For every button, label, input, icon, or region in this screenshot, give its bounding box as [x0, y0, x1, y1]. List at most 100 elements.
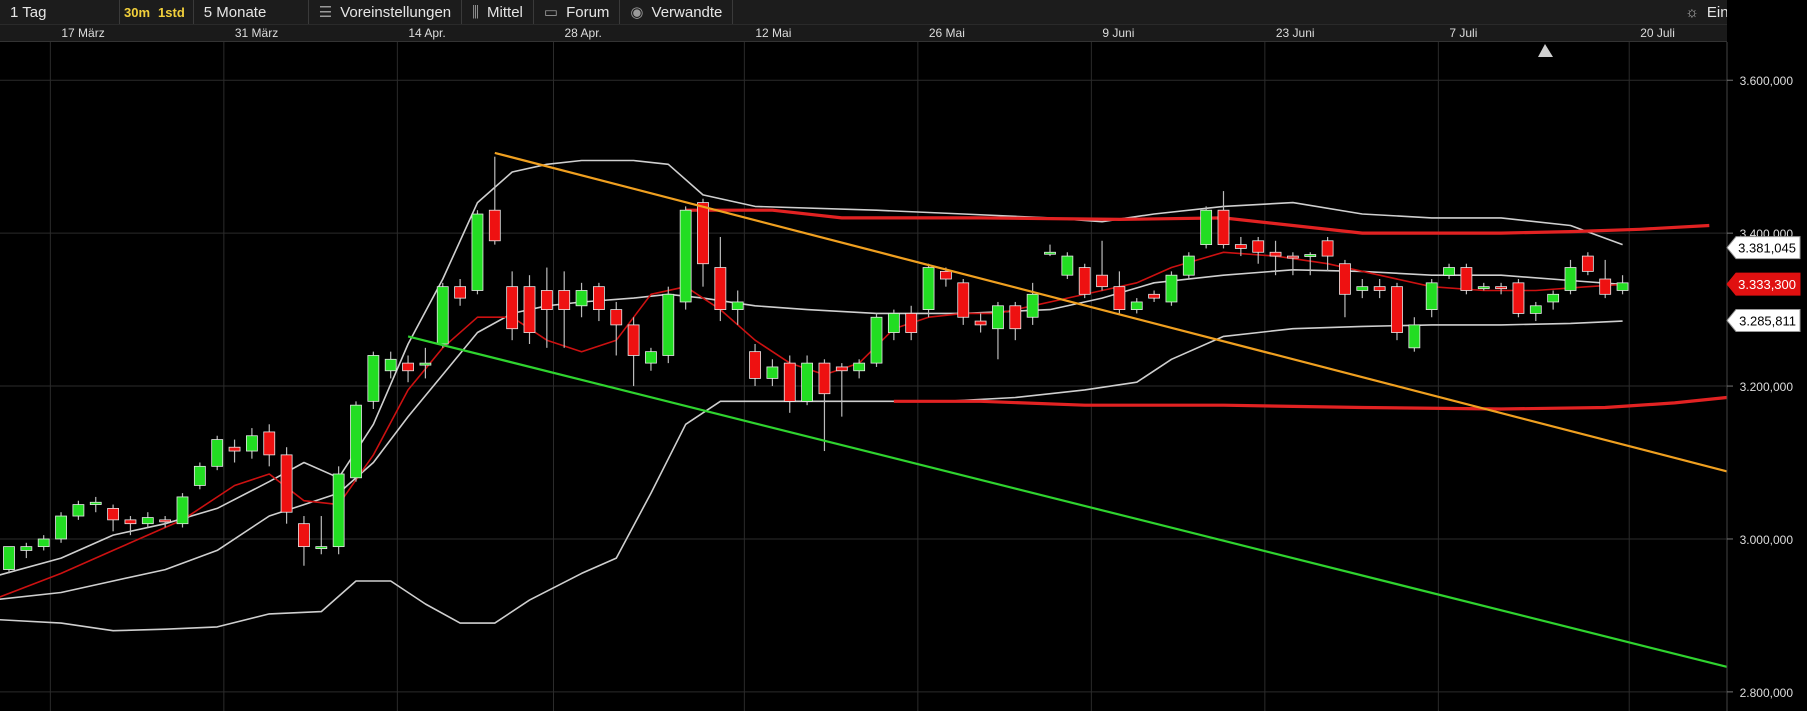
candle	[593, 282, 605, 322]
candle	[454, 279, 467, 306]
candle	[697, 198, 709, 287]
candle	[853, 359, 866, 379]
candles	[3, 156, 1629, 574]
candle	[1096, 240, 1108, 291]
candle	[645, 347, 657, 371]
candle	[1356, 279, 1369, 299]
candle	[801, 355, 813, 406]
candle	[1321, 236, 1334, 272]
candle	[37, 535, 50, 551]
candle	[211, 435, 224, 471]
candle	[3, 546, 15, 574]
candle	[1616, 275, 1629, 295]
candle	[1581, 252, 1594, 276]
candle	[627, 317, 640, 387]
candle	[662, 286, 675, 364]
candle	[1564, 259, 1577, 295]
candle	[1165, 271, 1178, 306]
price-tick-label: 2.800,000	[1740, 686, 1794, 700]
price-axis: 2.800,0003.000,0003.200,0003.400,0003.60…	[1726, 0, 1807, 711]
scroll-marker-icon[interactable]	[1538, 44, 1553, 57]
candle	[540, 267, 553, 348]
candle	[887, 309, 900, 341]
candle	[766, 359, 779, 387]
candle	[1026, 282, 1039, 325]
candle	[818, 359, 831, 452]
price-axis-bg	[1727, 0, 1807, 711]
candle	[1304, 252, 1317, 276]
current-price-tag: 3.333,300	[1726, 272, 1801, 296]
candle	[436, 282, 449, 348]
candle	[1182, 252, 1195, 280]
candle	[1599, 259, 1612, 299]
candle	[1373, 279, 1386, 299]
candle	[610, 301, 623, 356]
candle	[20, 542, 33, 559]
candle	[107, 504, 119, 532]
candle	[176, 493, 189, 528]
candle	[1460, 263, 1473, 295]
candle	[922, 263, 935, 318]
candle	[506, 271, 519, 341]
candle	[141, 512, 154, 528]
candle	[315, 516, 328, 555]
candle	[298, 516, 310, 566]
candle	[1009, 301, 1022, 341]
price-tick-label: 3.000,000	[1740, 533, 1794, 547]
candle	[558, 271, 571, 348]
moving-average-line	[0, 251, 1623, 598]
candlestick-chart[interactable]: 2.800,0003.000,0003.200,0003.400,0003.60…	[0, 0, 1807, 711]
resistance-trend-line	[494, 151, 1797, 491]
candle	[1529, 301, 1542, 322]
candle	[367, 351, 380, 409]
candle	[245, 428, 258, 459]
svg-text:3.285,811: 3.285,811	[1739, 313, 1796, 328]
bollinger-mid-line	[0, 268, 1623, 600]
candle	[679, 206, 692, 310]
candle	[350, 401, 362, 482]
candle	[1044, 244, 1056, 257]
band-price-tag: 3.381,045	[1726, 236, 1801, 260]
candle	[1130, 298, 1143, 314]
candle	[783, 355, 796, 413]
candle	[731, 290, 744, 325]
candle	[1113, 271, 1126, 314]
candle	[280, 447, 293, 524]
candle	[488, 156, 501, 245]
candle	[1269, 240, 1282, 276]
candle	[263, 424, 276, 467]
support-trend-line	[407, 335, 1797, 686]
candle	[870, 313, 883, 367]
candle	[523, 275, 536, 345]
candle	[1477, 282, 1490, 291]
band-price-tag: 3.285,811	[1726, 308, 1801, 332]
svg-text:3.333,300: 3.333,300	[1738, 277, 1796, 292]
candle	[1495, 282, 1507, 295]
candle	[1252, 236, 1265, 264]
candle	[992, 301, 1004, 360]
candle	[1078, 263, 1091, 299]
candle	[1061, 252, 1074, 280]
candle	[575, 282, 588, 318]
channel-lower-line	[893, 395, 1727, 411]
candle	[332, 466, 345, 555]
candle	[55, 512, 67, 543]
candle	[1408, 317, 1421, 352]
candle	[471, 210, 484, 295]
grid	[0, 42, 1727, 711]
candle	[974, 313, 987, 333]
candle	[193, 462, 206, 490]
candle	[1287, 252, 1299, 276]
candle	[72, 500, 85, 520]
candle	[1391, 282, 1403, 341]
candle	[402, 355, 414, 383]
candle	[835, 363, 848, 417]
candle	[89, 496, 102, 513]
candle	[749, 344, 761, 387]
candle	[1547, 290, 1560, 310]
price-tick-label: 3.600,000	[1740, 74, 1794, 88]
candle	[1425, 279, 1438, 318]
channel-upper-line	[685, 208, 1710, 235]
candle	[957, 279, 970, 325]
price-tick-label: 3.200,000	[1740, 380, 1794, 394]
